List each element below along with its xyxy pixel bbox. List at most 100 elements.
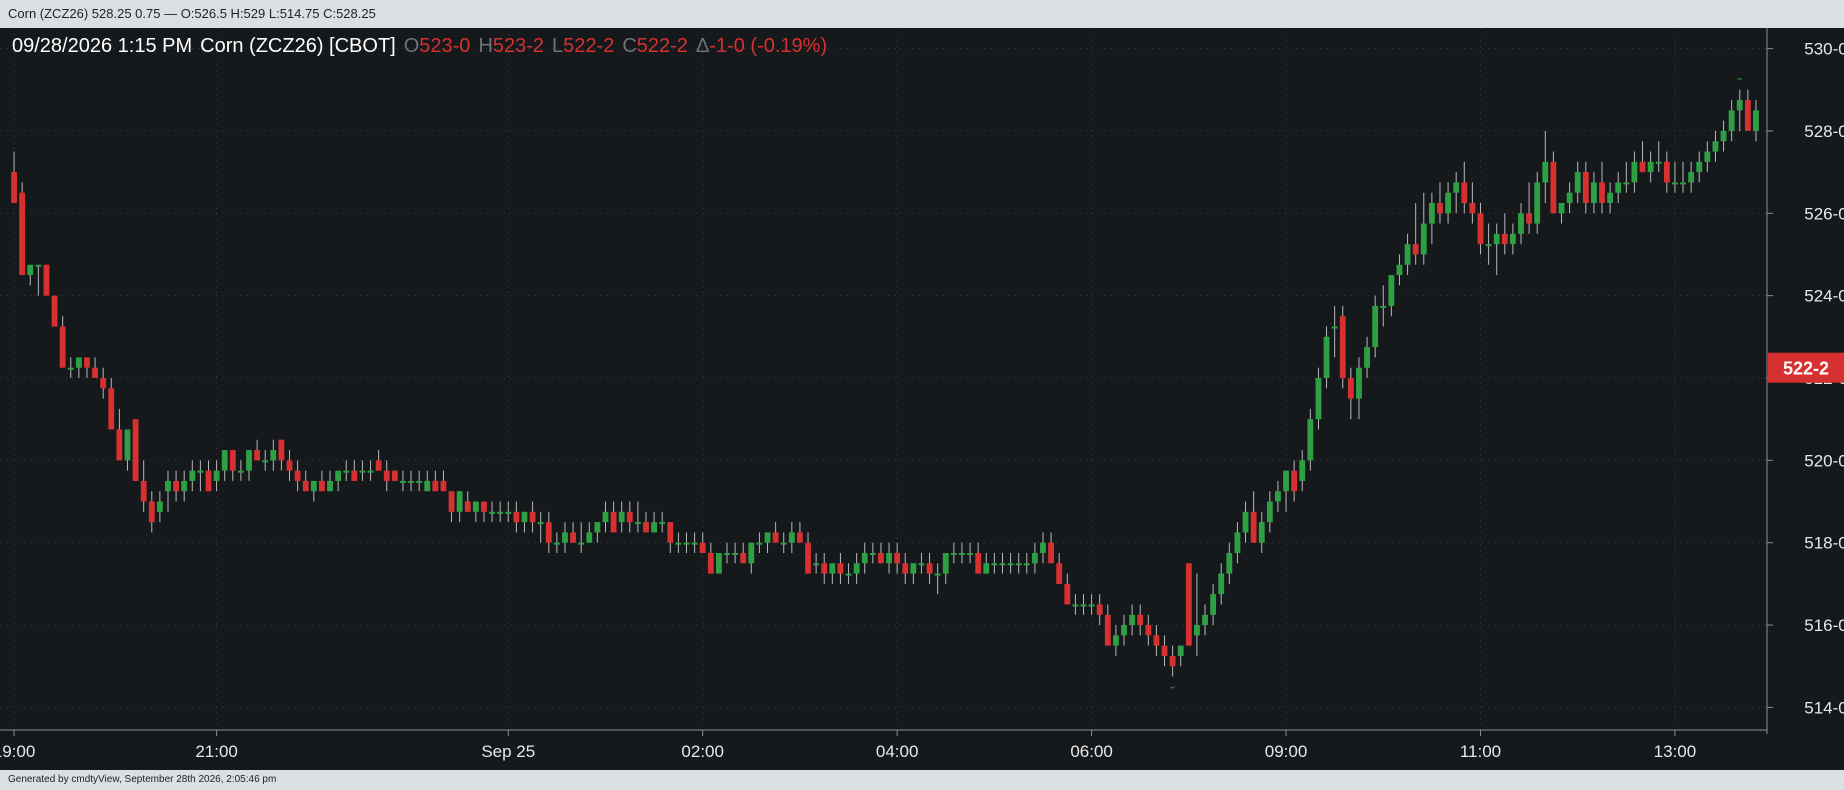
legend-open-value: 523-0 — [419, 35, 470, 57]
candle-body — [1048, 542, 1055, 564]
candle-body — [1477, 213, 1484, 245]
candle-body — [1129, 614, 1136, 626]
candle-body — [424, 480, 431, 492]
legend-datetime: 09/28/2026 1:15 PM — [12, 35, 192, 57]
candle-body — [1210, 594, 1217, 615]
candle-body — [1104, 614, 1111, 646]
candle-body — [1753, 110, 1759, 131]
candle-body — [1137, 614, 1144, 626]
candle — [1339, 305, 1346, 389]
candle-body — [1396, 264, 1403, 276]
candle-body — [1744, 100, 1751, 131]
candle-body — [610, 511, 617, 533]
candle-body — [1461, 182, 1468, 203]
candle-body — [464, 501, 471, 512]
candle-body — [926, 563, 933, 574]
candle-body — [1590, 182, 1597, 203]
candle-body — [837, 563, 844, 574]
candle-body — [1558, 203, 1565, 214]
candle-body — [472, 501, 479, 512]
candle-body — [1509, 233, 1516, 245]
candle-body — [1202, 614, 1208, 626]
candle-body — [950, 553, 957, 555]
candle-body — [756, 542, 763, 545]
candle — [132, 419, 139, 481]
candle-body — [1266, 501, 1273, 523]
candle-body — [1526, 213, 1533, 224]
candle-body — [319, 480, 325, 492]
candle-body — [748, 542, 755, 564]
candle-body — [173, 480, 180, 492]
candle-body — [367, 470, 374, 473]
candle-body — [221, 450, 228, 471]
candle — [43, 264, 50, 296]
candle-body — [375, 460, 382, 471]
candle-body — [805, 542, 811, 574]
candle-body — [1704, 151, 1711, 162]
candle-body — [1534, 182, 1541, 224]
candle-body — [1226, 553, 1233, 574]
candlestick-chart[interactable]: 530-0528-0526-0524-0522-0520-0518-0516-0… — [0, 28, 1844, 770]
candle-body — [1623, 182, 1630, 185]
candle-body — [618, 511, 625, 523]
candle-body — [1672, 182, 1678, 185]
page-header-text: Corn (ZCZ26) 528.25 0.75 — O:526.5 H:529… — [8, 6, 376, 21]
session-high-marker: ˆ — [1737, 75, 1742, 91]
legend-change-label: Δ — [696, 35, 709, 57]
page-header: Corn (ZCZ26) 528.25 0.75 — O:526.5 H:529… — [0, 0, 1844, 28]
candle-body — [432, 480, 439, 492]
candle-body — [35, 264, 42, 267]
candle-body — [659, 522, 666, 525]
candle-body — [124, 429, 131, 461]
candle-body — [732, 553, 739, 555]
candle-body — [27, 264, 34, 276]
candle-body — [991, 563, 998, 566]
legend-low-label: L — [552, 35, 563, 57]
candle-body — [43, 264, 50, 296]
candle-body — [1639, 161, 1646, 173]
candle-body — [1299, 460, 1306, 481]
candle-body — [1258, 522, 1265, 543]
legend-close-value: 522-2 — [637, 35, 688, 57]
candle-body — [448, 491, 455, 512]
candle-body — [521, 511, 528, 523]
legend-high-value: 523-2 — [493, 35, 544, 57]
x-tick-label: 19:00 — [0, 742, 35, 761]
candle-body — [1283, 470, 1289, 492]
legend-close-label: C — [622, 35, 636, 57]
candle-body — [1437, 203, 1443, 214]
candle-body — [1315, 378, 1322, 420]
candle-body — [75, 357, 82, 368]
candle-body — [675, 542, 682, 545]
candle-body — [1250, 511, 1257, 543]
candle-body — [894, 553, 901, 564]
candle-body — [1242, 511, 1249, 533]
candle-body — [861, 553, 868, 564]
candle-body — [724, 553, 730, 555]
legend-symbol: Corn (ZCZ26) [CBOT] — [200, 35, 396, 57]
candle-body — [1631, 161, 1638, 183]
y-tick-label: 516-0 — [1804, 616, 1844, 635]
candle-body — [197, 470, 204, 473]
candle-body — [853, 563, 860, 574]
candle-body — [772, 532, 779, 543]
candle-body — [1064, 583, 1071, 605]
x-tick-label: 09:00 — [1265, 742, 1308, 761]
candle-body — [797, 532, 803, 543]
candle-body — [553, 542, 560, 545]
candle-body — [302, 480, 309, 492]
candle-body — [1445, 192, 1451, 214]
candle-body — [1420, 223, 1427, 255]
candle-body — [237, 470, 244, 473]
candle — [715, 553, 722, 574]
last-price-tag: 522-2 — [1768, 352, 1844, 383]
chart-background — [0, 28, 1844, 770]
candle-body — [327, 480, 333, 492]
candle-body — [1177, 645, 1184, 656]
candle-body — [1663, 161, 1670, 183]
legend-change-value: -1-0 (-0.19%) — [709, 35, 827, 57]
chart-area[interactable]: 530-0528-0526-0524-0522-0520-0518-0516-0… — [0, 28, 1844, 770]
candle-body — [1469, 203, 1476, 214]
candle-body — [246, 450, 252, 471]
candle-body — [902, 563, 909, 574]
